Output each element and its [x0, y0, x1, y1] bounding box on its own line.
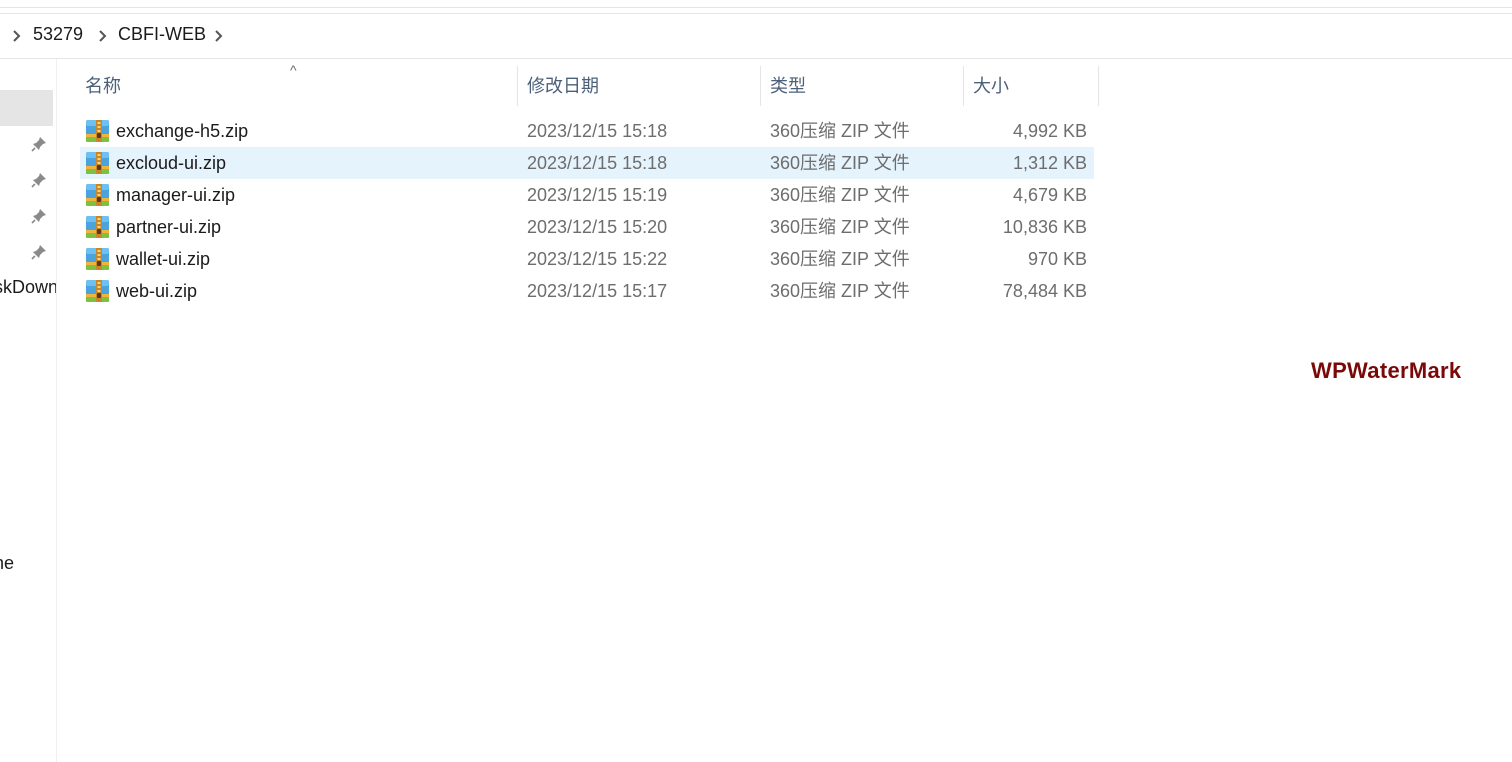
file-date: 2023/12/15 15:20: [527, 217, 668, 237]
column-header-type[interactable]: 类型: [770, 66, 806, 106]
column-header-date[interactable]: 修改日期: [527, 66, 599, 106]
file-type: 360压缩 ZIP 文件: [770, 185, 910, 205]
file-type: 360压缩 ZIP 文件: [770, 249, 910, 269]
zip-archive-icon: [85, 119, 110, 143]
file-type: 360压缩 ZIP 文件: [770, 153, 910, 173]
file-row[interactable]: manager-ui.zip 2023/12/15 15:19 360压缩 ZI…: [80, 179, 1094, 211]
breadcrumb[interactable]: 53279 CBFI-WEB: [0, 14, 1512, 59]
file-size: 4,679 KB: [1012, 185, 1087, 205]
file-date: 2023/12/15 15:18: [527, 153, 668, 173]
breadcrumb-item-cbfi-web[interactable]: CBFI-WEB: [118, 24, 206, 45]
file-date: 2023/12/15 15:19: [527, 185, 668, 205]
file-name: partner-ui.zip: [116, 217, 222, 237]
nav-item-label[interactable]: ne: [0, 553, 14, 574]
file-row[interactable]: web-ui.zip 2023/12/15 15:17 360压缩 ZIP 文件…: [80, 275, 1094, 307]
file-date: 2023/12/15 15:18: [527, 121, 668, 141]
file-size: 1,312 KB: [1012, 153, 1087, 173]
column-divider[interactable]: [1098, 66, 1099, 106]
chevron-right-icon[interactable]: [96, 26, 110, 46]
file-size: 970 KB: [1027, 249, 1087, 269]
file-size: 78,484 KB: [1002, 281, 1087, 301]
file-row[interactable]: partner-ui.zip 2023/12/15 15:20 360压缩 ZI…: [80, 211, 1094, 243]
chevron-right-icon[interactable]: [10, 26, 24, 46]
zip-archive-icon: [85, 247, 110, 271]
toolbar-divider: [0, 7, 1512, 8]
column-divider[interactable]: [963, 66, 964, 106]
pin-icon[interactable]: [30, 171, 48, 189]
nav-item-label[interactable]: skDown: [0, 277, 56, 298]
file-date: 2023/12/15 15:17: [527, 281, 668, 301]
navigation-pane[interactable]: skDown ne: [0, 59, 57, 762]
sort-ascending-icon: ^: [290, 62, 297, 78]
watermark: WPWaterMark: [1311, 358, 1462, 383]
chevron-right-icon[interactable]: [212, 26, 226, 46]
file-name: exchange-h5.zip: [116, 121, 249, 141]
zip-archive-icon: [85, 215, 110, 239]
zip-archive-icon: [85, 279, 110, 303]
zip-archive-icon: [85, 183, 110, 207]
file-type: 360压缩 ZIP 文件: [770, 281, 910, 301]
pin-icon[interactable]: [30, 135, 48, 153]
column-header-name[interactable]: 名称: [85, 66, 121, 106]
file-name: wallet-ui.zip: [116, 249, 211, 269]
zip-archive-icon: [85, 151, 110, 175]
breadcrumb-item-53279[interactable]: 53279: [33, 24, 83, 45]
column-divider[interactable]: [760, 66, 761, 106]
file-date: 2023/12/15 15:22: [527, 249, 668, 269]
file-name: excloud-ui.zip: [116, 153, 227, 173]
column-header-row: ^ 名称 修改日期 类型 大小: [76, 62, 1100, 106]
file-type: 360压缩 ZIP 文件: [770, 217, 910, 237]
column-divider[interactable]: [517, 66, 518, 106]
file-size: 10,836 KB: [1002, 217, 1087, 237]
pin-icon[interactable]: [30, 243, 48, 261]
file-row[interactable]: wallet-ui.zip 2023/12/15 15:22 360压缩 ZIP…: [80, 243, 1094, 275]
file-type: 360压缩 ZIP 文件: [770, 121, 910, 141]
file-row[interactable]: exchange-h5.zip 2023/12/15 15:18 360压缩 Z…: [80, 115, 1094, 147]
file-size: 4,992 KB: [1012, 121, 1087, 141]
file-row[interactable]: excloud-ui.zip 2023/12/15 15:18 360压缩 ZI…: [80, 147, 1094, 179]
pin-icon[interactable]: [30, 207, 48, 225]
file-explorer-window: 53279 CBFI-WEB skDown ne ^ 名称 修改日期: [0, 0, 1512, 762]
file-name: manager-ui.zip: [116, 185, 236, 205]
file-name: web-ui.zip: [116, 281, 198, 301]
column-header-size[interactable]: 大小: [973, 66, 1009, 106]
nav-item-selected[interactable]: [0, 90, 53, 126]
